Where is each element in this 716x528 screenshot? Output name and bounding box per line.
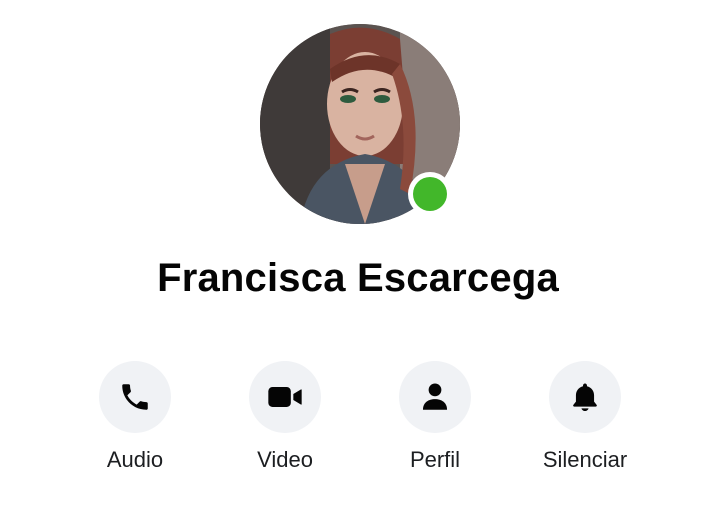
audio-call-button[interactable] [99, 361, 171, 433]
profile-avatar-container[interactable] [260, 24, 460, 224]
profile-action[interactable]: Perfil [365, 361, 505, 473]
person-icon [422, 383, 448, 410]
mute-button[interactable] [549, 361, 621, 433]
video-call-label: Video [257, 447, 313, 472]
video-call-action[interactable]: Video [215, 361, 355, 473]
online-status-indicator [413, 177, 447, 211]
mute-label: Silenciar [542, 447, 628, 472]
online-status-badge [408, 172, 452, 216]
audio-call-action[interactable]: Audio [65, 361, 205, 473]
profile-button[interactable] [399, 361, 471, 433]
contact-profile-panel: Francisca Escarcega Audio Video Perfil S… [0, 0, 716, 528]
contact-actions: Audio Video Perfil Silenciar [0, 361, 716, 481]
profile-label: Perfil [409, 447, 461, 472]
video-call-button[interactable] [249, 361, 321, 433]
audio-call-label: Audio [106, 447, 164, 472]
mute-action[interactable]: Silenciar [515, 361, 655, 473]
video-camera-icon [268, 387, 302, 407]
phone-icon [122, 384, 148, 410]
contact-name: Francisca Escarcega [157, 256, 559, 300]
bell-icon [573, 383, 597, 412]
